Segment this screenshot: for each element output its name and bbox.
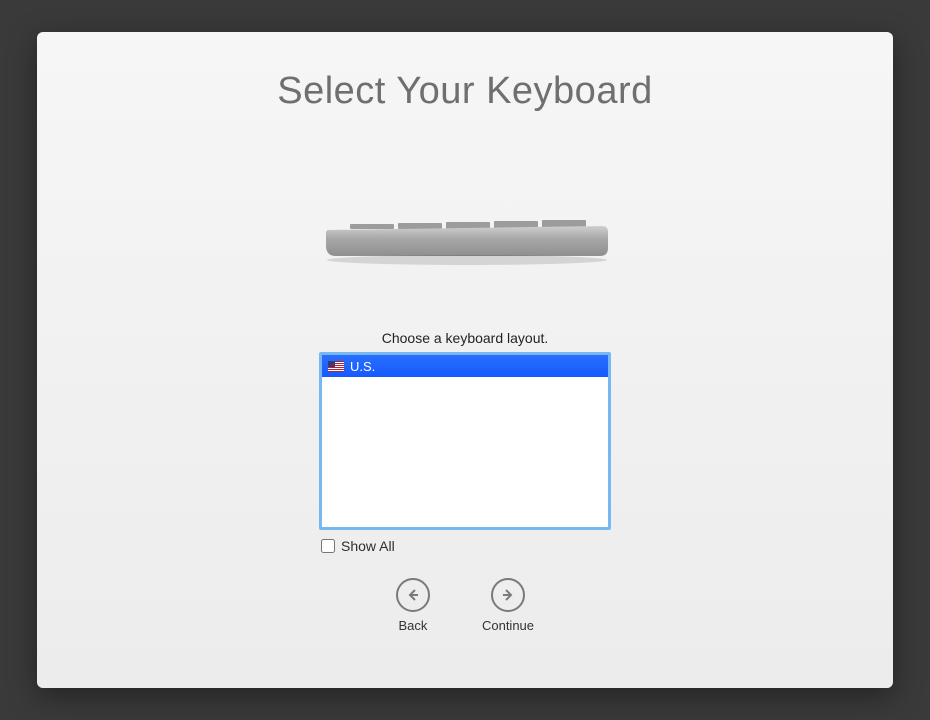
keyboard-icon [320,218,610,268]
setup-assistant-window: Select Your Keyboard [37,32,893,688]
us-flag-icon [328,361,344,372]
layout-option-us[interactable]: U.S. [322,355,608,377]
show-all-label: Show All [341,538,395,554]
back-label: Back [399,618,428,633]
nav-buttons: Back Continue [396,578,534,633]
arrow-left-icon [396,578,430,612]
show-all-checkbox[interactable] [321,539,335,553]
instruction-label: Choose a keyboard layout. [382,330,549,346]
keyboard-layout-list[interactable]: U.S. [319,352,611,530]
back-button[interactable]: Back [396,578,430,633]
page-title: Select Your Keyboard [277,70,653,113]
continue-button[interactable]: Continue [482,578,534,633]
continue-label: Continue [482,618,534,633]
layout-option-label: U.S. [350,359,375,374]
arrow-right-icon [491,578,525,612]
show-all-row: Show All [319,538,611,554]
keyboard-illustration [320,218,610,268]
